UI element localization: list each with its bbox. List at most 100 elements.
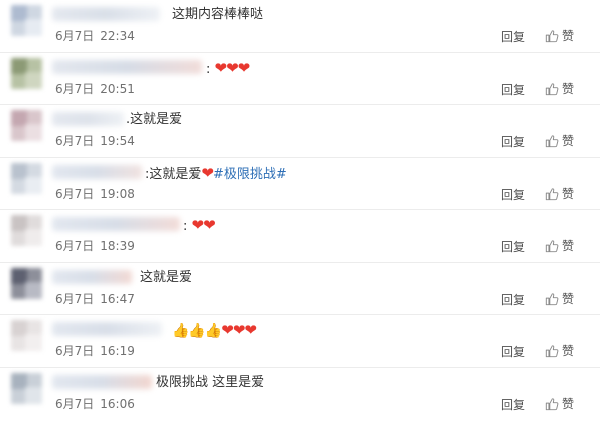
like-label: 赞	[562, 239, 575, 253]
avatar[interactable]	[11, 57, 42, 89]
comment-text: 极限挑战 这里是爱	[156, 374, 264, 392]
like-button[interactable]: 赞	[545, 396, 574, 412]
like-label: 赞	[562, 186, 575, 201]
comment-time: 16:47	[100, 291, 135, 306]
comment-text: : ❤❤❤	[206, 58, 251, 79]
like-button[interactable]: 赞	[545, 186, 574, 202]
like-label: 赞	[562, 81, 575, 96]
heart-icon: ❤	[201, 163, 214, 182]
like-button[interactable]: 赞	[545, 81, 574, 97]
thumbs-up-icon	[545, 135, 559, 148]
username-redacted[interactable]	[52, 374, 152, 389]
comment-time: 20:51	[100, 81, 135, 96]
comment-time: 18:39	[100, 239, 135, 253]
comment-item: :这就是爱❤#极限挑战# 6月7日 19:08 回复 赞	[0, 158, 600, 210]
comment-item: : ❤❤❤ 6月7日 20:51 回复 赞	[0, 53, 600, 105]
comment-timestamp: 6月7日 22:34	[55, 28, 135, 44]
comment-message: 极限挑战 这里是爱	[156, 374, 265, 390]
comment-message: 这就是爱	[140, 269, 193, 285]
like-label: 赞	[562, 134, 575, 148]
username-redacted[interactable]	[52, 7, 160, 21]
thumbs-up-icon	[545, 292, 559, 305]
comment-time: 19:54	[100, 134, 135, 148]
reply-button[interactable]: 回复	[501, 345, 525, 359]
comment-message: .这就是爱	[126, 112, 183, 127]
like-label: 赞	[562, 291, 575, 306]
like-label: 赞	[562, 29, 575, 43]
reply-button[interactable]: 回复	[501, 240, 525, 254]
comment-item: .这就是爱 6月7日 19:54 回复 赞	[0, 105, 600, 158]
comment-message: :	[206, 61, 211, 77]
thumbs-up-emoji: 👍👍👍	[172, 323, 222, 339]
username-redacted[interactable]	[52, 164, 142, 179]
username-redacted[interactable]	[52, 322, 162, 336]
like-button[interactable]: 赞	[545, 28, 574, 44]
avatar[interactable]	[11, 320, 42, 351]
heart-icon: ❤❤❤	[214, 58, 251, 77]
comment-text: : ❤❤	[183, 216, 216, 236]
thumbs-up-icon	[545, 82, 559, 95]
avatar[interactable]	[11, 5, 42, 36]
avatar[interactable]	[11, 110, 42, 141]
comment-item: 极限挑战 这里是爱 6月7日 16:06 回复 赞	[0, 368, 600, 421]
comment-item: 👍👍👍❤❤❤ 6月7日 16:19 回复 赞	[0, 315, 600, 368]
avatar[interactable]	[11, 372, 42, 404]
avatar[interactable]	[11, 215, 42, 246]
comment-time: 16:19	[100, 344, 135, 358]
avatar[interactable]	[11, 267, 42, 299]
reply-button[interactable]: 回复	[501, 135, 525, 149]
thumbs-up-icon	[545, 240, 559, 253]
reply-button[interactable]: 回复	[501, 398, 525, 412]
username-redacted[interactable]	[52, 112, 124, 126]
like-button[interactable]: 赞	[545, 343, 574, 359]
comment-item: 这期内容棒棒哒 6月7日 22:34 回复 赞	[0, 0, 600, 53]
comment-timestamp: 6月7日 19:08	[55, 186, 135, 202]
comment-message: :这就是爱	[145, 166, 202, 182]
comment-text: :这就是爱❤#极限挑战#	[145, 164, 287, 184]
comment-date: 6月7日	[55, 344, 95, 358]
topic-link[interactable]: #极限挑战#	[213, 167, 287, 182]
comment-text: .这就是爱	[126, 111, 182, 129]
comment-time: 16:06	[100, 396, 135, 411]
thumbs-up-icon	[545, 397, 559, 410]
reply-button[interactable]: 回复	[501, 293, 525, 307]
comment-message: :	[183, 219, 188, 234]
comment-timestamp: 6月7日 18:39	[55, 238, 135, 254]
comment-timestamp: 6月7日 16:06	[55, 396, 135, 412]
like-label: 赞	[562, 344, 575, 358]
comment-item: : ❤❤ 6月7日 18:39 回复 赞	[0, 210, 600, 263]
reply-button[interactable]: 回复	[501, 188, 525, 202]
reply-button[interactable]: 回复	[501, 30, 525, 44]
username-redacted[interactable]	[52, 269, 132, 284]
comment-date: 6月7日	[55, 239, 95, 253]
comment-date: 6月7日	[55, 81, 95, 96]
comment-message: 这期内容棒棒哒	[172, 7, 264, 22]
thumbs-up-icon	[545, 30, 559, 43]
comment-text: 这期内容棒棒哒	[172, 6, 263, 24]
comment-date: 6月7日	[55, 291, 95, 306]
comment-date: 6月7日	[55, 186, 95, 201]
heart-icon: ❤❤	[191, 216, 216, 234]
comment-date: 6月7日	[55, 396, 95, 411]
comment-time: 22:34	[100, 29, 135, 43]
like-button[interactable]: 赞	[545, 133, 574, 149]
comment-timestamp: 6月7日 16:47	[55, 291, 135, 307]
comment-time: 19:08	[100, 186, 135, 201]
thumbs-up-icon	[545, 187, 559, 200]
reply-button[interactable]: 回复	[501, 83, 525, 97]
comment-text: 这就是爱	[140, 269, 192, 287]
comment-text: 👍👍👍❤❤❤	[172, 321, 257, 341]
comment-timestamp: 6月7日 19:54	[55, 133, 135, 149]
comment-date: 6月7日	[55, 134, 95, 148]
thumbs-up-icon	[545, 345, 559, 358]
username-redacted[interactable]	[52, 59, 202, 74]
like-button[interactable]: 赞	[545, 238, 574, 254]
heart-icon: ❤❤❤	[221, 321, 257, 339]
comment-date: 6月7日	[55, 29, 95, 43]
avatar[interactable]	[11, 162, 42, 194]
like-button[interactable]: 赞	[545, 291, 574, 307]
comment-timestamp: 6月7日 20:51	[55, 81, 135, 97]
like-label: 赞	[562, 396, 575, 411]
username-redacted[interactable]	[52, 217, 180, 231]
comment-timestamp: 6月7日 16:19	[55, 343, 135, 359]
